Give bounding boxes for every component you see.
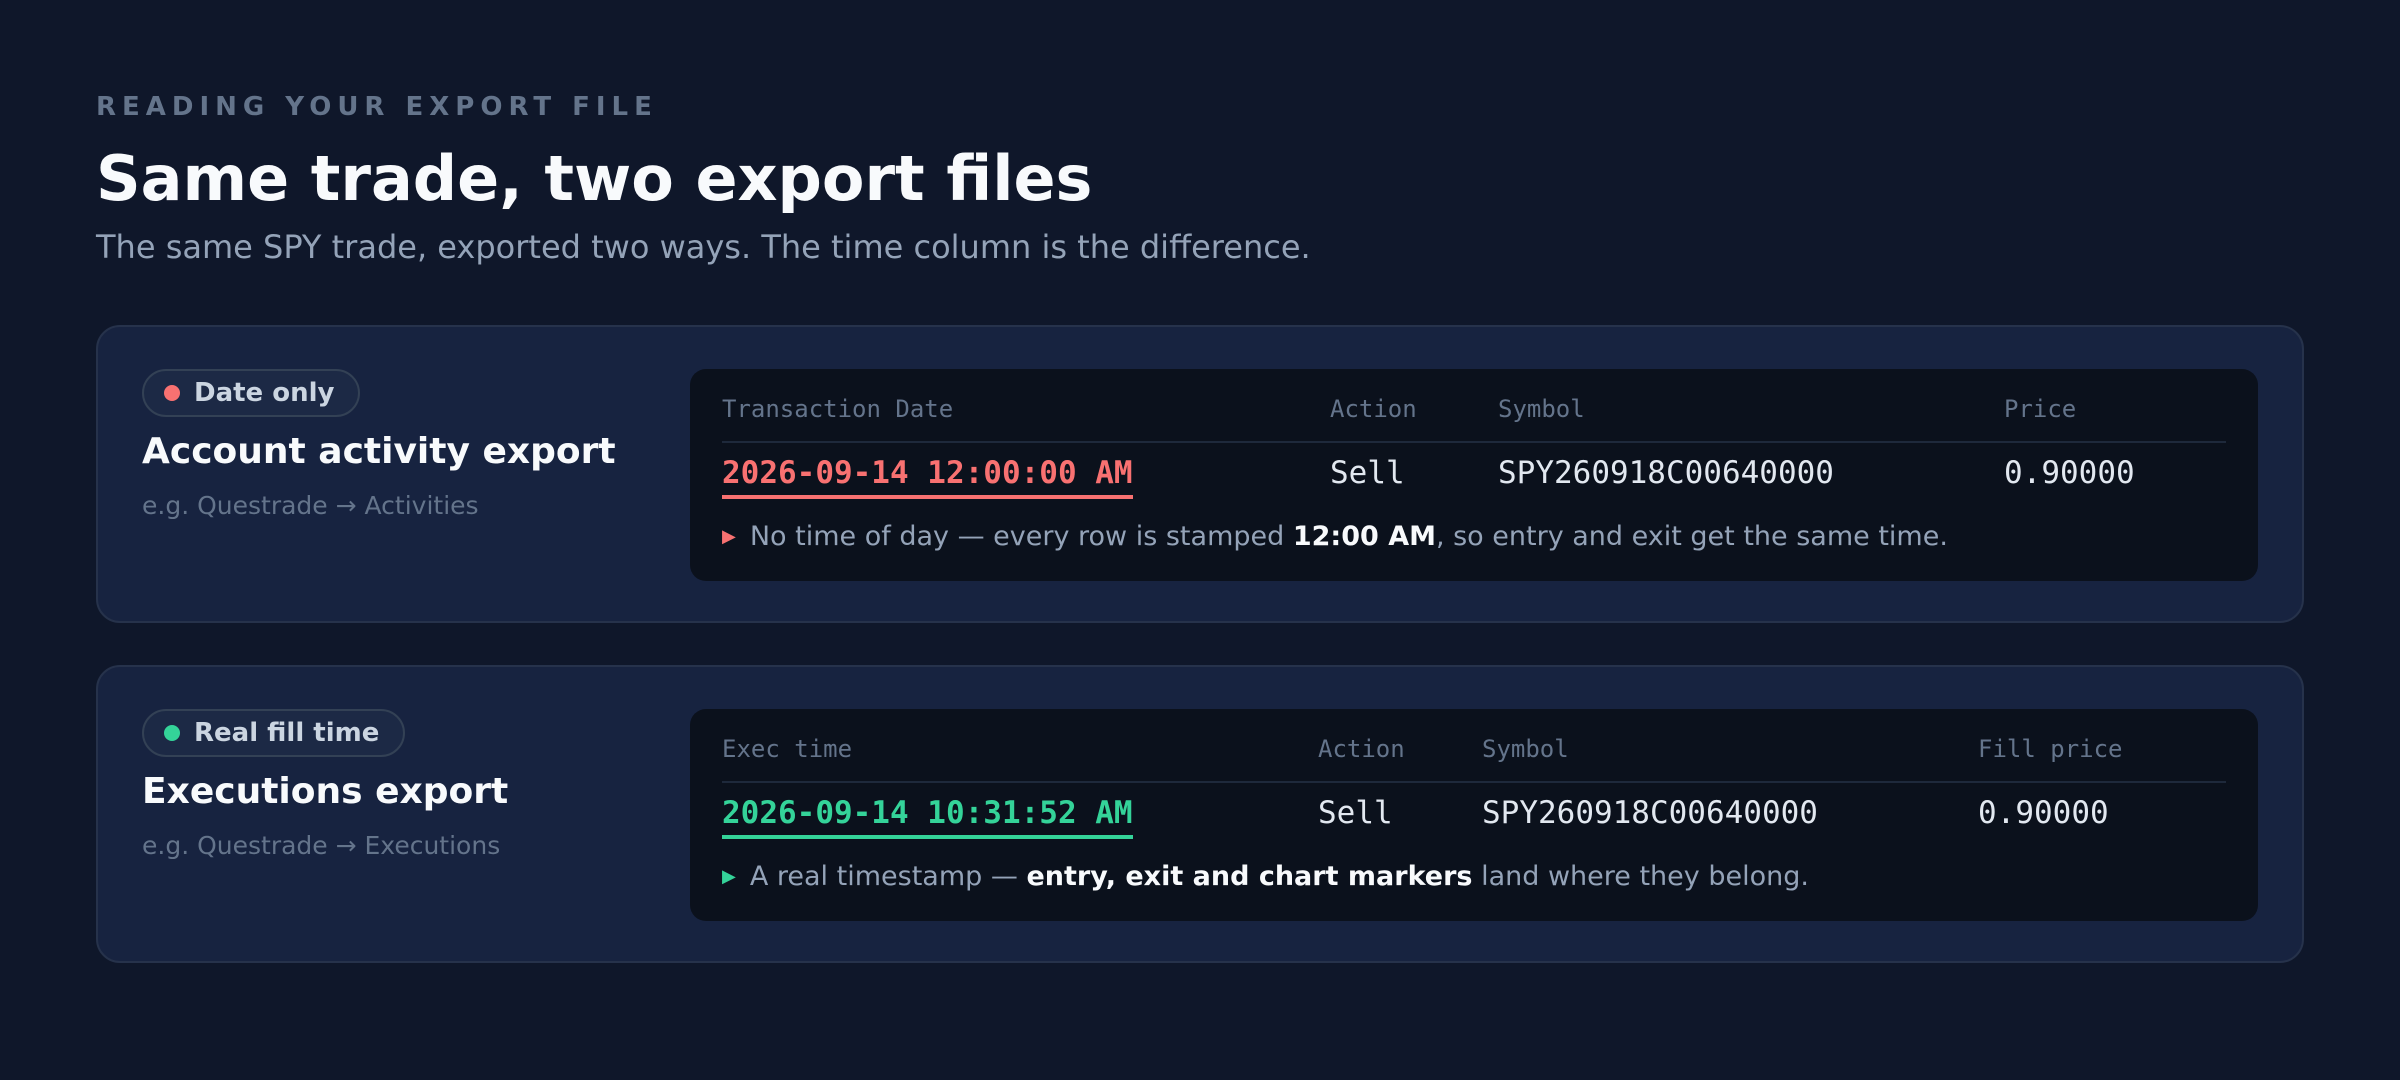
card-title: Executions export (142, 771, 509, 812)
page-title: Same trade, two export files (96, 142, 1093, 215)
divider (722, 441, 2226, 443)
table-cell-action: Sell (1330, 455, 1405, 491)
divider (722, 781, 2226, 783)
card-subtitle: e.g. Questrade → Activities (142, 491, 479, 520)
table-cell-date: 2026-09-14 10:31:52 AM (722, 795, 1133, 839)
card-account-activity: Date only Account activity export e.g. Q… (96, 325, 2304, 623)
status-badge: Real fill time (142, 709, 406, 757)
dot-icon (164, 725, 180, 741)
status-badge: Date only (142, 369, 361, 417)
note-bold: 12:00 AM (1292, 521, 1436, 552)
column-header-price: Price (2004, 395, 2077, 423)
column-header-symbol: Symbol (1482, 735, 1569, 763)
note-text: No time of day — every row is stamped 12… (750, 521, 1948, 552)
card-subtitle: e.g. Questrade → Executions (142, 831, 501, 860)
note-text: A real timestamp — entry, exit and chart… (750, 861, 1809, 892)
badge-label: Date only (194, 378, 335, 408)
column-header-date: Transaction Date (722, 395, 954, 423)
table-cell-date: 2026-09-14 12:00:00 AM (722, 455, 1133, 499)
card-title: Account activity export (142, 431, 616, 472)
table-cell-symbol: SPY260918C00640000 (1498, 455, 1834, 491)
dot-icon (164, 385, 180, 401)
column-header-action: Action (1330, 395, 1417, 423)
export-table: Exec time Action Symbol Fill price 2026-… (690, 709, 2258, 921)
eyebrow: READING YOUR EXPORT FILE (96, 92, 658, 122)
column-header-symbol: Symbol (1498, 395, 1585, 423)
export-table: Transaction Date Action Symbol Price 202… (690, 369, 2258, 581)
note-bold: entry, exit and chart markers (1026, 861, 1473, 892)
table-cell-action: Sell (1318, 795, 1393, 831)
note: ▶ No time of day — every row is stamped … (722, 521, 1948, 552)
play-arrow-icon: ▶ (722, 866, 736, 887)
card-executions: Real fill time Executions export e.g. Qu… (96, 665, 2304, 963)
table-cell-price: 0.90000 (2004, 455, 2135, 491)
note-post: , so entry and exit get the same time. (1435, 521, 1948, 552)
note-post: land where they belong. (1472, 861, 1809, 892)
column-header-date: Exec time (722, 735, 853, 763)
note-pre: A real timestamp — (749, 861, 1027, 892)
column-header-price: Fill price (1978, 735, 2123, 763)
table-cell-price: 0.90000 (1978, 795, 2109, 831)
table-cell-symbol: SPY260918C00640000 (1482, 795, 1818, 831)
column-header-action: Action (1318, 735, 1405, 763)
badge-label: Real fill time (194, 718, 380, 748)
page-subtitle: The same SPY trade, exported two ways. T… (96, 228, 1311, 266)
play-arrow-icon: ▶ (722, 526, 736, 547)
note-pre: No time of day — every row is stamped (749, 521, 1293, 552)
note: ▶ A real timestamp — entry, exit and cha… (722, 861, 1809, 892)
